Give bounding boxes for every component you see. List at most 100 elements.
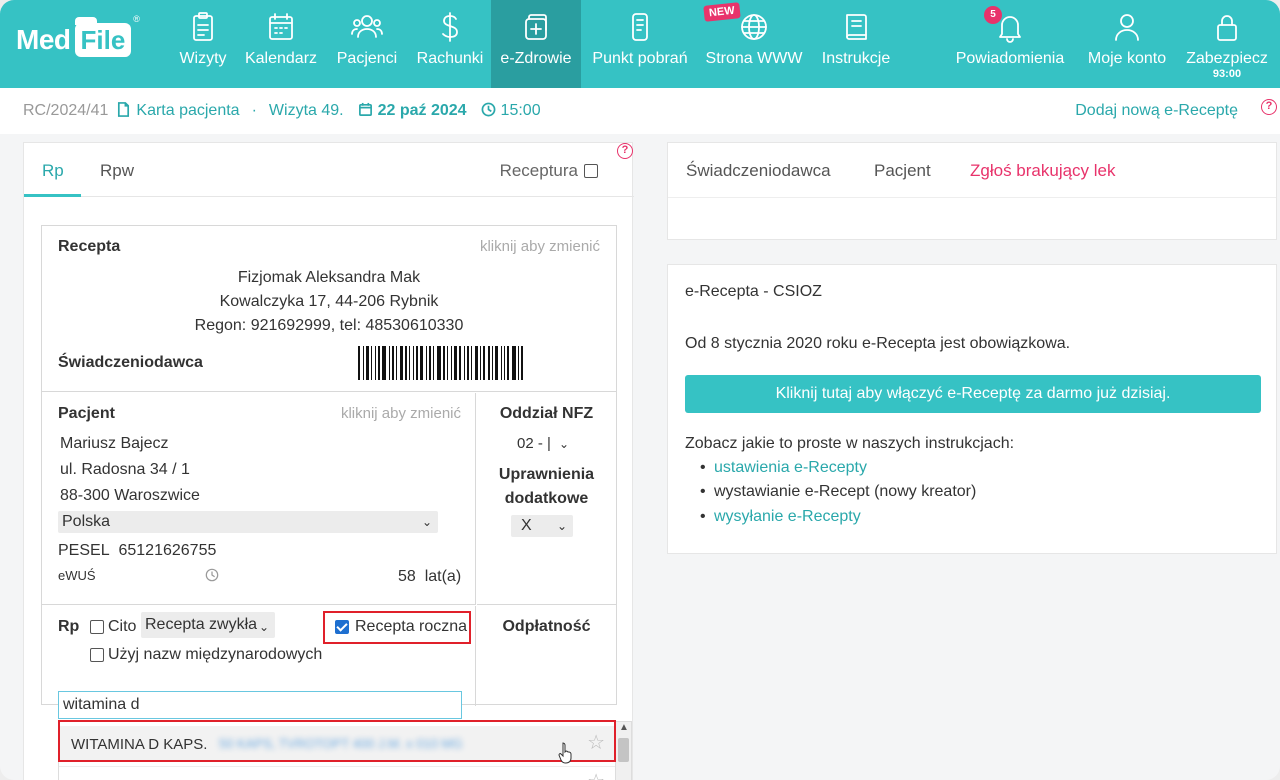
change-hint[interactable]: kliknij aby zmienić: [341, 405, 461, 422]
nfz-branch-select[interactable]: 02 - | ⌄: [513, 433, 575, 455]
visit-date[interactable]: 22 paź 2024: [358, 102, 467, 120]
annual-prescription-checkbox[interactable]: [335, 620, 349, 634]
prescription-form: Recepta kliknij aby zmienić Fizjomak Ale…: [41, 225, 617, 706]
patient-section[interactable]: Pacjent kliknij aby zmienić Mariusz Baje…: [42, 393, 476, 605]
barcode-bar: [512, 346, 516, 380]
nav-item-rachunki[interactable]: Rachunki: [412, 0, 488, 88]
cito-option[interactable]: Cito: [90, 618, 136, 636]
barcode-bar: [507, 346, 509, 380]
receptura-toggle[interactable]: Receptura: [500, 161, 598, 181]
globe-icon: [741, 14, 767, 40]
prescriber-section[interactable]: Recepta kliknij aby zmienić Fizjomak Ale…: [42, 226, 616, 392]
help-icon[interactable]: ?: [1261, 99, 1277, 115]
nav-item-pacjenci[interactable]: Pacjenci: [330, 0, 404, 88]
barcode-bar: [492, 346, 493, 380]
barcode-bar: [389, 346, 390, 380]
nfz-branch-value: 02 - |: [517, 435, 551, 452]
patient-card-link[interactable]: Karta pacjenta: [116, 102, 240, 120]
nav-item-punkt-pobran[interactable]: Punkt pobrań: [588, 0, 692, 88]
test-tube-icon: [632, 13, 648, 41]
nav-item-kalendarz[interactable]: Kalendarz: [240, 0, 322, 88]
nav-item-instrukcje[interactable]: Instrukcje: [815, 0, 897, 88]
medical-plus-icon: [525, 14, 547, 40]
star-icon[interactable]: ☆: [587, 769, 605, 780]
prescriber-name: Fizjomak Aleksandra Mak: [237, 269, 421, 286]
ewus-label: eWUŚ: [58, 568, 96, 583]
drug-search-input[interactable]: witamina d: [58, 691, 462, 719]
calendar-icon: [269, 13, 293, 40]
international-names-option[interactable]: Użyj nazw międzynarodowych: [90, 646, 322, 664]
link-sending[interactable]: wysyłanie e-Recepty: [700, 508, 861, 526]
nav-item-label: Kalendarz: [244, 50, 318, 67]
nav-item-label: Strona WWW: [705, 50, 803, 67]
tab-rpw[interactable]: Rpw: [100, 161, 134, 181]
session-timer: 93:00: [1212, 68, 1242, 80]
prescription-tabs: Rp Rpw Receptura: [24, 143, 634, 197]
nfz-section: Oddział NFZ 02 - | ⌄ Uprawnienia dodatko…: [477, 393, 616, 605]
nav-item-moje-konto[interactable]: Moje konto: [1082, 0, 1172, 88]
nav-item-label: Pacjenci: [336, 50, 398, 67]
barcode-bar: [429, 346, 431, 380]
receptura-label: Receptura: [499, 161, 578, 180]
nav-item-powiadomienia[interactable]: Powiadomienia 5: [950, 0, 1070, 88]
visit-time[interactable]: 15:00: [481, 102, 541, 120]
tab-report-missing-drug[interactable]: Zgłoś brakujący lek: [970, 161, 1116, 181]
scroll-up-icon[interactable]: ▲: [619, 722, 629, 733]
nav-item-e-zdrowie[interactable]: e-Zdrowie: [491, 0, 581, 88]
barcode-bar: [475, 346, 478, 380]
barcode-bar: [433, 346, 434, 380]
visit-time-text: 15:00: [500, 102, 541, 119]
nav-item-strona-www[interactable]: Strona WWW NEW: [702, 0, 806, 88]
instructions-intro: Zobacz jakie to proste w naszych instruk…: [685, 435, 1015, 452]
tab-patient[interactable]: Pacjent: [874, 161, 931, 181]
e-prescription-info-panel: e-Recepta - CSIOZ Od 8 stycznia 2020 rok…: [667, 264, 1277, 554]
age-unit: lat(a): [424, 568, 462, 585]
chevron-down-icon: ⌄: [558, 437, 569, 451]
barcode-bar: [420, 346, 423, 380]
visit-link[interactable]: Wizyta 49.: [269, 102, 344, 120]
enable-e-prescription-button[interactable]: Kliknij tutaj aby włączyć e-Receptę za d…: [685, 375, 1261, 413]
app-window: Med File ® Wizyty Kalendarz Pacjenci Rac…: [0, 0, 1280, 780]
suggestion-item[interactable]: ☆: [59, 766, 615, 780]
country-select[interactable]: Polska ⌄: [58, 511, 438, 533]
nav-item-label: Zabezpiecz: [1186, 50, 1268, 67]
instructions-item: wystawianie e-Recept (nowy kreator): [700, 483, 976, 501]
barcode-bar: [358, 346, 360, 380]
record-id: RC/2024/41: [23, 102, 109, 119]
breadcrumb: RC/2024/41 Karta pacjenta · Wizyta 49. 2…: [0, 88, 1280, 134]
medfile-logo[interactable]: Med File ®: [16, 14, 140, 62]
international-names-checkbox[interactable]: [90, 648, 104, 662]
annual-prescription-option[interactable]: Recepta roczna: [335, 618, 467, 636]
barcode-bar: [363, 346, 364, 380]
cito-checkbox[interactable]: [90, 620, 104, 634]
tab-provider[interactable]: Świadczeniodawca: [686, 161, 831, 181]
prescriber-regon-phone: Regon: 921692999, tel: 48530610330: [194, 317, 464, 334]
barcode-bar: [375, 346, 376, 380]
pointer-cursor-icon: [558, 742, 572, 764]
clock-icon[interactable]: [205, 568, 219, 582]
help-icon[interactable]: ?: [617, 143, 633, 159]
patient-city: 88-300 Waroszwice: [60, 487, 200, 504]
scrollbar[interactable]: ▲: [615, 722, 631, 780]
cito-label: Cito: [108, 618, 137, 635]
nav-item-zabezpiecz[interactable]: Zabezpiecz 93:00: [1180, 0, 1274, 88]
visit-date-text: 22 paź 2024: [377, 102, 467, 119]
barcode-bar: [521, 346, 523, 380]
permissions-select[interactable]: X ⌄: [511, 515, 573, 537]
link-settings[interactable]: ustawienia e-Recepty: [700, 459, 867, 477]
barcode-bar: [488, 346, 490, 380]
scrollbar-thumb[interactable]: [618, 738, 629, 762]
info-title: e-Recepta - CSIOZ: [685, 283, 822, 300]
book-icon: [846, 14, 867, 40]
permissions-value: X: [521, 517, 532, 534]
receptura-checkbox[interactable]: [584, 164, 598, 178]
change-hint[interactable]: kliknij aby zmienić: [480, 238, 600, 255]
barcode-bar: [504, 346, 505, 380]
add-e-prescription-link[interactable]: Dodaj nową e-Receptę: [1075, 102, 1238, 120]
nav-item-wizyty[interactable]: Wizyty: [172, 0, 234, 88]
tab-rp[interactable]: Rp: [42, 161, 64, 181]
barcode-bar: [378, 346, 380, 380]
document-icon: [118, 102, 130, 117]
chevron-down-icon: ⌄: [556, 519, 567, 533]
prescription-type-select[interactable]: Recepta zwykła ⌄: [141, 612, 275, 638]
